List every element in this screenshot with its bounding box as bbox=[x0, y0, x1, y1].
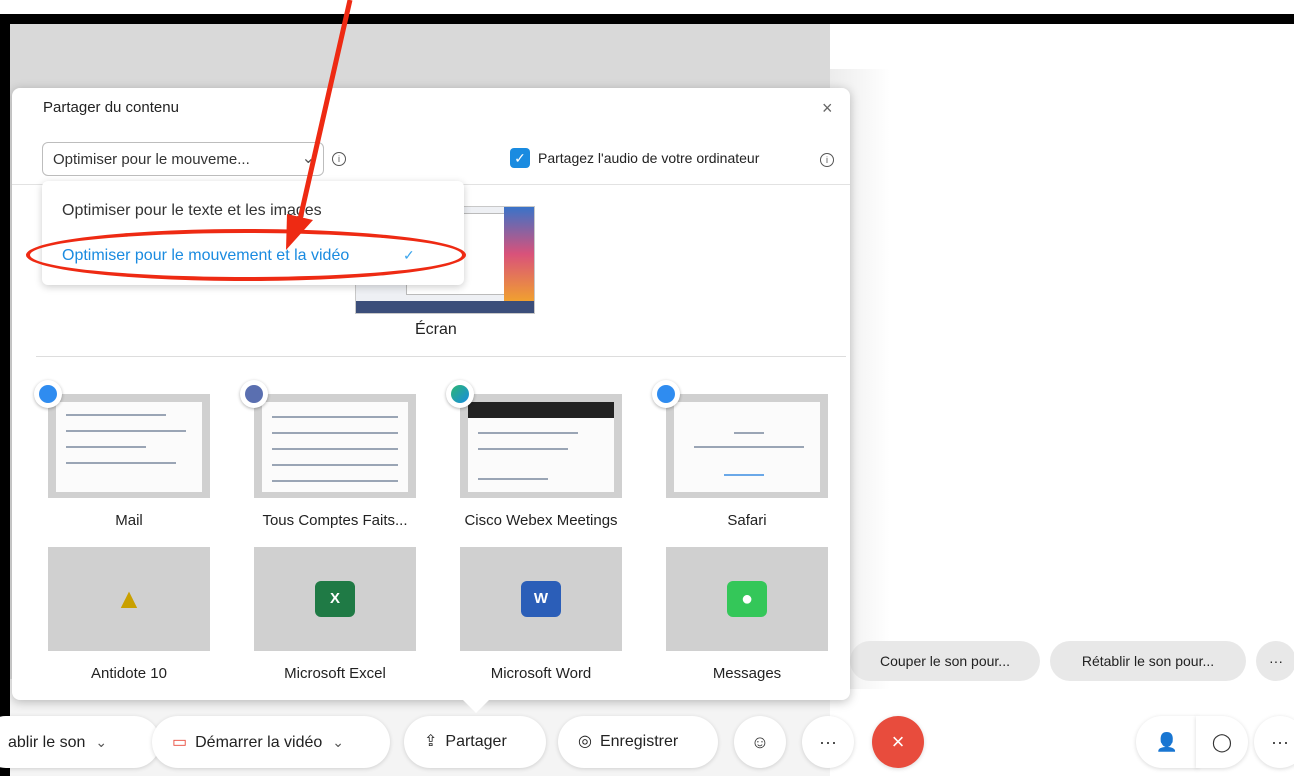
unmute-button[interactable]: ablir le son ⌄ bbox=[0, 716, 160, 768]
start-video-button[interactable]: ▭ Démarrer la vidéo ⌄ bbox=[152, 716, 390, 768]
more-options-icon[interactable]: ··· bbox=[802, 716, 854, 768]
annotation-arrow bbox=[286, 0, 353, 250]
record-label: Enregistrer bbox=[599, 733, 679, 750]
record-button[interactable]: ◎ Enregistrer bbox=[558, 716, 718, 768]
chat-icon[interactable]: ◯ bbox=[1196, 716, 1248, 768]
share-label: Partager bbox=[445, 733, 507, 750]
share-icon: ⇪ bbox=[424, 733, 438, 750]
start-video-label: Démarrer la vidéo bbox=[195, 734, 323, 751]
share-button[interactable]: ⇪ Partager bbox=[404, 716, 546, 768]
video-icon: ▭ bbox=[172, 734, 188, 751]
unmute-label: ablir le son bbox=[8, 734, 86, 751]
participants-icon[interactable]: 👤 bbox=[1136, 716, 1198, 768]
reactions-icon[interactable]: ☺ bbox=[734, 716, 786, 768]
chevron-down-icon[interactable]: ⌄ bbox=[95, 734, 107, 750]
end-call-button[interactable]: × bbox=[872, 716, 924, 768]
chevron-down-icon[interactable]: ⌄ bbox=[332, 734, 344, 750]
record-icon: ◎ bbox=[578, 733, 592, 750]
